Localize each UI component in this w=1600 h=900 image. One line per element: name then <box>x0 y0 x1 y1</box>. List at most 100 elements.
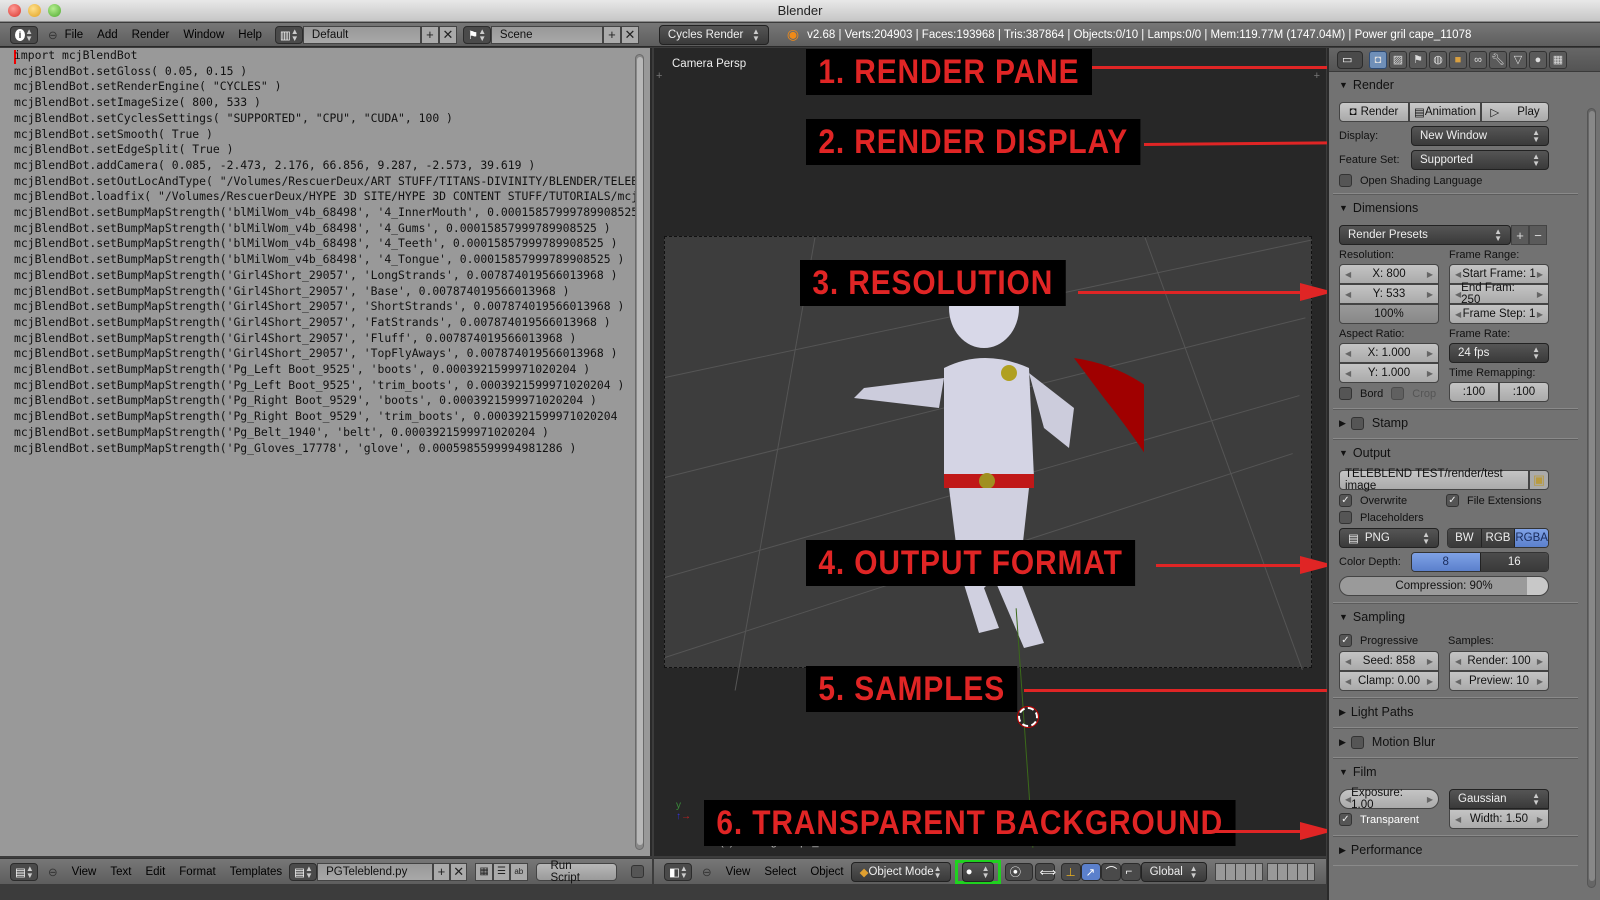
translate-manipulator[interactable]: ⊥ <box>1060 862 1081 881</box>
layer-buttons[interactable] <box>1214 862 1263 881</box>
editor-scrollbar[interactable] <box>635 54 644 850</box>
properties-scrollbar[interactable] <box>1587 108 1596 888</box>
code-line[interactable]: mcjBlendBot.setBumpMapStrength('blMilWom… <box>14 221 636 237</box>
3d-viewport[interactable]: Camera Persp + + y↑→ (1) Power gril cape… <box>654 48 1326 856</box>
menu-object[interactable]: Object <box>810 866 843 878</box>
color-depth-16[interactable]: 16 <box>1480 553 1548 571</box>
scrollbar-thumb[interactable] <box>637 57 643 845</box>
scene-context-icon[interactable]: ⚑ <box>1409 50 1427 69</box>
motion-blur-checkbox[interactable] <box>1350 735 1364 749</box>
crop-checkbox[interactable] <box>1391 387 1405 400</box>
pivot-select[interactable]: ⦿ <box>1004 862 1033 881</box>
code-line[interactable]: mcjBlendBot.setBumpMapStrength('Girl4Sho… <box>14 284 636 300</box>
preview-samples-field[interactable]: ◀ Preview: 10 ▶ <box>1449 671 1549 691</box>
light-paths-panel-header[interactable]: ▶ Light Paths <box>1339 703 1572 721</box>
resolution-y-field[interactable]: ◀ Y: 533 ▶ <box>1339 284 1439 304</box>
code-line[interactable]: mcjBlendBot.setGloss( 0.05, 0.15 ) <box>14 64 636 80</box>
border-checkbox[interactable] <box>1339 387 1352 400</box>
add-region-icon[interactable]: + <box>1314 70 1320 82</box>
start-frame-field[interactable]: ◀ Start Frame: 1 ▶ <box>1449 264 1549 284</box>
display-select[interactable]: New Window ▲ ▼ <box>1411 126 1549 146</box>
delete-screen-button[interactable]: ✕ <box>438 25 457 44</box>
data-context-icon[interactable]: ▽ <box>1509 50 1527 69</box>
viewport-shading-select[interactable]: ● ▲ ▼ <box>961 861 994 882</box>
text-filename-field[interactable]: PGTeleblend.py <box>317 862 433 881</box>
dimensions-panel-header[interactable]: ▼ Dimensions <box>1339 199 1572 217</box>
output-path-field[interactable]: TELEBLEND TEST/render/test image <box>1339 468 1529 492</box>
clamp-field[interactable]: ◀ Clamp: 0.00 ▶ <box>1339 671 1439 691</box>
add-scene-button[interactable]: + <box>602 25 621 44</box>
code-line[interactable]: mcjBlendBot.setBumpMapStrength('Girl4Sho… <box>14 331 636 347</box>
color-mode-bw[interactable]: BW <box>1448 529 1482 547</box>
run-script-button[interactable]: Run Script <box>535 860 618 884</box>
code-line[interactable]: mcjBlendBot.setEdgeSplit( True ) <box>14 142 636 158</box>
animation-button[interactable]: ▤ Animation <box>1409 102 1481 122</box>
menu-render[interactable]: Render <box>132 29 170 41</box>
file-format-select[interactable]: ▤ PNG ▲ ▼ <box>1339 528 1439 548</box>
render-panel-header[interactable]: ▼ Render <box>1339 76 1572 94</box>
code-line[interactable]: mcjBlendBot.setBumpMapStrength('blMilWom… <box>14 252 636 268</box>
remove-preset-button[interactable]: − <box>1529 225 1547 245</box>
editor-type-selector[interactable]: ◧ ▲ ▼ <box>664 862 692 881</box>
stamp-panel-header[interactable]: ▶ Stamp <box>1339 414 1572 432</box>
render-button[interactable]: ◘ Render <box>1339 102 1409 122</box>
text-editor[interactable]: import mcjBlendBot mcjBlendBot.setGloss( … <box>0 48 652 856</box>
filter-type-select[interactable]: Gaussian ▲ ▼ <box>1449 789 1549 809</box>
render-engine-select[interactable]: Cycles Render ▲ ▼ <box>658 24 769 45</box>
overwrite-checkbox[interactable]: ✓ <box>1339 494 1352 507</box>
collapse-menu-icon[interactable]: ⊖ <box>702 865 712 879</box>
rotate-manipulator[interactable]: ⌒ <box>1100 862 1121 881</box>
word-wrap-toggle[interactable]: ☰ <box>492 862 511 881</box>
code-line[interactable]: mcjBlendBot.setBumpMapStrength('Pg_Glove… <box>14 441 636 457</box>
film-panel-header[interactable]: ▼ Film <box>1339 763 1572 781</box>
move-manipulator[interactable]: ↗ <box>1080 862 1101 881</box>
manipulator-toggle[interactable]: ⟺ <box>1034 862 1056 881</box>
menu-window[interactable]: Window <box>183 29 224 41</box>
menu-help[interactable]: Help <box>238 29 262 41</box>
motion-blur-panel-header[interactable]: ▶ Motion Blur <box>1339 733 1572 751</box>
scale-manipulator[interactable]: ⌐ <box>1120 862 1141 881</box>
browse-folder-button[interactable]: ▣ <box>1529 470 1549 490</box>
add-region-icon[interactable]: + <box>656 70 662 82</box>
layer-buttons[interactable] <box>1266 862 1315 881</box>
collapse-menu-icon[interactable]: ⊖ <box>48 28 58 42</box>
code-line[interactable]: mcjBlendBot.setBumpMapStrength('Pg_Left … <box>14 378 636 394</box>
menu-file[interactable]: File <box>65 29 84 41</box>
scrollbar-thumb[interactable] <box>1589 111 1595 881</box>
aspect-x-field[interactable]: ◀ X: 1.000 ▶ <box>1339 343 1439 363</box>
mode-select[interactable]: ◆ Object Mode ▲ ▼ <box>850 861 951 882</box>
code-line[interactable]: mcjBlendBot.setBumpMapStrength('Girl4Sho… <box>14 299 636 315</box>
modifiers-context-icon[interactable]: 🔧︎ <box>1489 50 1507 69</box>
scene-field[interactable]: Scene <box>490 25 603 44</box>
code-line[interactable]: mcjBlendBot.setBumpMapStrength('Girl4Sho… <box>14 315 636 331</box>
file-extensions-checkbox[interactable]: ✓ <box>1446 494 1459 507</box>
character-model[interactable] <box>844 248 1144 668</box>
seed-field[interactable]: ◀ Seed: 858 ▶ <box>1339 651 1439 671</box>
render-samples-field[interactable]: ◀ Render: 100 ▶ <box>1449 651 1549 671</box>
maximize-window-button[interactable] <box>48 4 61 17</box>
aspect-y-field[interactable]: ◀ Y: 1.000 ▶ <box>1339 363 1439 383</box>
code-line[interactable]: mcjBlendBot.setBumpMapStrength('Pg_Left … <box>14 362 636 378</box>
frame-rate-select[interactable]: 24 fps ▲ ▼ <box>1449 343 1549 363</box>
time-remap-old-field[interactable]: :100 <box>1449 382 1499 402</box>
menu-view[interactable]: View <box>726 866 751 878</box>
code-line[interactable]: mcjBlendBot.setBumpMapStrength('blMilWom… <box>14 236 636 252</box>
constraints-context-icon[interactable]: ∞ <box>1469 50 1487 69</box>
feature-set-select[interactable]: Supported ▲ ▼ <box>1411 150 1549 170</box>
output-panel-header[interactable]: ▼ Output <box>1339 444 1572 462</box>
placeholders-checkbox[interactable] <box>1339 511 1352 524</box>
editor-type-selector[interactable]: ▭ <box>1337 50 1363 69</box>
scene-selector[interactable]: ⚑ ▲ ▼ <box>462 25 491 44</box>
stamp-checkbox[interactable] <box>1350 416 1364 430</box>
line-numbers-toggle[interactable]: ▦ <box>475 862 493 881</box>
menu-select[interactable]: Select <box>764 866 796 878</box>
color-depth-8[interactable]: 8 <box>1412 553 1481 571</box>
frame-step-field[interactable]: ◀ Frame Step: 1 ▶ <box>1449 304 1549 324</box>
render-layers-context-icon[interactable]: ▨ <box>1389 50 1407 69</box>
screen-layout-field[interactable]: Default <box>302 25 421 44</box>
code-line[interactable]: mcjBlendBot.setRenderEngine( "CYCLES" ) <box>14 79 636 95</box>
code-line[interactable]: mcjBlendBot.setBumpMapStrength('blMilWom… <box>14 205 636 221</box>
editor-type-selector[interactable]: ▤ ▲ ▼ <box>10 862 38 881</box>
code-line[interactable]: mcjBlendBot.setBumpMapStrength('Girl4Sho… <box>14 346 636 362</box>
unlink-text-button[interactable]: ✕ <box>450 862 468 881</box>
